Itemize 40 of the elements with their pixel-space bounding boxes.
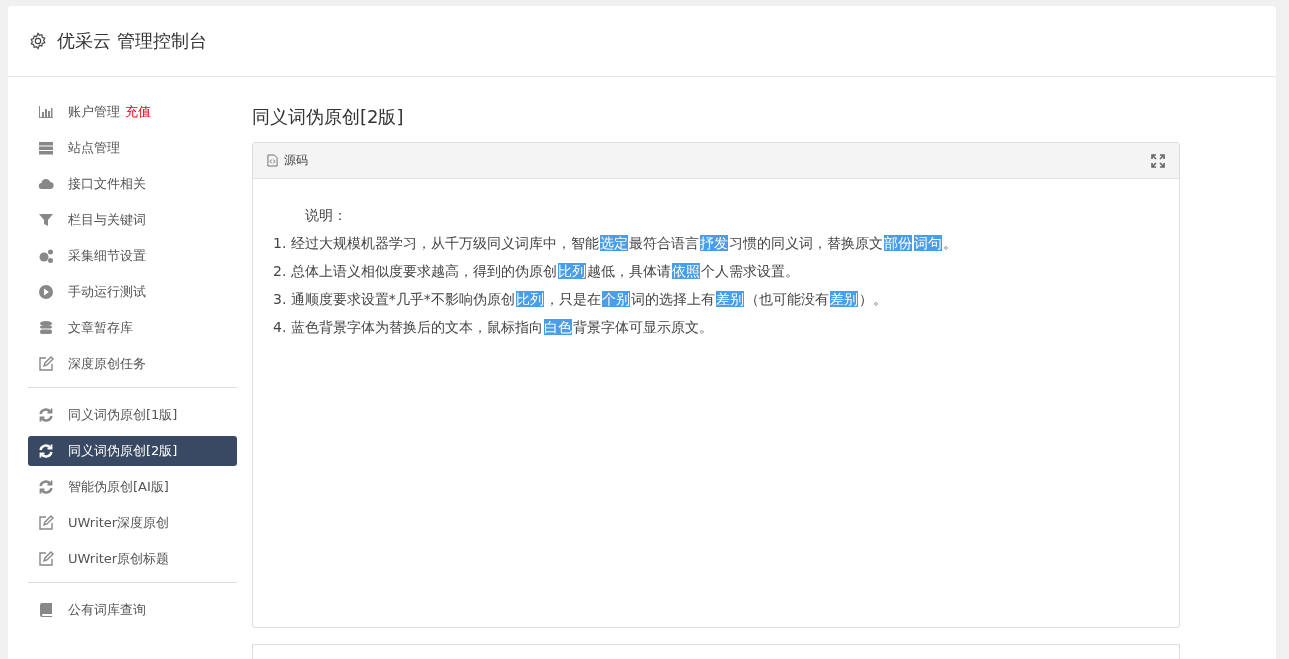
- play-icon: [38, 284, 54, 300]
- code-file-icon: [267, 154, 278, 167]
- sidebar-item[interactable]: 同义词伪原创[1版]: [28, 400, 237, 430]
- console-title: 优采云 管理控制台: [57, 29, 207, 53]
- settings-icon: [29, 32, 47, 50]
- sidebar-item[interactable]: 站点管理: [28, 133, 237, 163]
- sidebar-item[interactable]: UWriter深度原创: [28, 508, 237, 538]
- server-icon: [38, 140, 54, 156]
- instruction-line: 3. 通顺度要求设置*几乎*不影响伪原创 比列，只是在个别词的选择上有差别（也可能没有差别）。: [273, 290, 888, 309]
- sidebar-item[interactable]: 同义词伪原创[2版]: [28, 436, 237, 466]
- fullscreen-icon[interactable]: [1151, 153, 1165, 168]
- instructions-heading: 说明：: [304, 206, 348, 225]
- cloud-icon: [38, 176, 54, 192]
- sidebar-item[interactable]: UWriter原创标题: [28, 544, 237, 574]
- chart-icon: [38, 104, 54, 120]
- refresh-icon: [38, 407, 54, 423]
- sidebar-item[interactable]: 手动运行测试: [28, 277, 237, 307]
- sidebar-item[interactable]: 文章暂存库: [28, 313, 237, 343]
- recharge-link[interactable]: 充值: [125, 103, 151, 121]
- sidebar-item[interactable]: 深度原创任务: [28, 349, 237, 379]
- refresh-icon: [38, 479, 54, 495]
- gears-icon: [38, 248, 54, 264]
- sidebar-item[interactable]: 账户管理 充值: [28, 97, 237, 127]
- sidebar-item[interactable]: 智能伪原创[AI版]: [28, 472, 237, 502]
- database-icon: [38, 320, 54, 336]
- sidebar-item[interactable]: 接口文件相关: [28, 169, 237, 199]
- edit-icon: [38, 356, 54, 372]
- edit-icon: [38, 515, 54, 531]
- edit-icon: [38, 551, 54, 567]
- book-icon: [38, 602, 54, 618]
- sidebar-item[interactable]: 公有词库查询: [28, 595, 237, 625]
- instruction-line: 2. 总体上语义相似度要求越高，得到的伪原创 比列越低，具体请依照个人需求设置。: [273, 262, 800, 281]
- source-button[interactable]: 源码: [267, 152, 308, 169]
- instruction-line: 4. 蓝色背景字体为替换后的文本，鼠标指向 白色背景字体可显示原文。: [273, 318, 714, 337]
- refresh-icon: [38, 443, 54, 459]
- sidebar-item[interactable]: 采集细节设置: [28, 241, 237, 271]
- page-title: 同义词伪原创[2版]: [252, 105, 405, 129]
- sidebar-item[interactable]: 栏目与关键词: [28, 205, 237, 235]
- filter-icon: [38, 212, 54, 228]
- instruction-line: 1. 经过大规模机器学习，从千万级同义词库中，智能选定最符合语言抒发习惯的同义词，替换原文部份词句。: [273, 234, 958, 253]
